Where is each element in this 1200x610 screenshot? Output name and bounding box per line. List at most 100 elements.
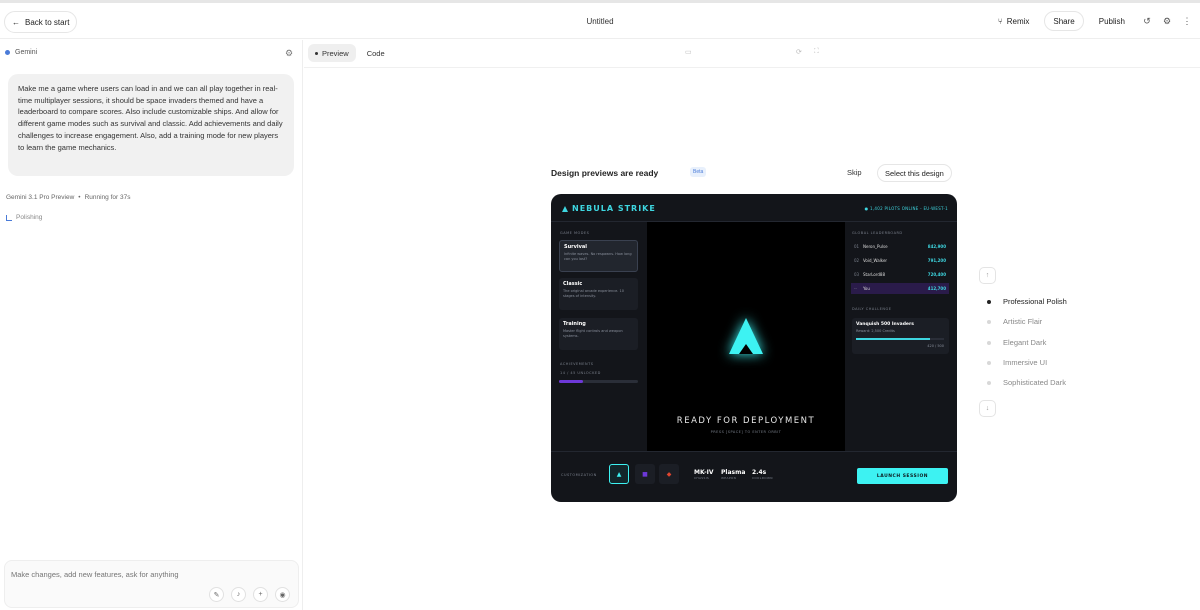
- status-separator: •: [78, 194, 81, 201]
- mode-title: Classic: [563, 281, 583, 287]
- spec-label: CHASSIS: [694, 476, 710, 480]
- style-professional-polish[interactable]: Professional Polish: [987, 297, 1067, 306]
- launch-session-button[interactable]: LAUNCH SESSION: [857, 468, 948, 484]
- remix-button[interactable]: ⑂ Remix: [988, 11, 1039, 31]
- share-button[interactable]: Share: [1044, 11, 1084, 31]
- leaderboard-row: 03 StarLord88 720,400: [851, 269, 949, 280]
- achievements-count: 14 / 45 UNLOCKED: [560, 371, 601, 375]
- leaderboard-row-you: -- You 412,700: [851, 283, 949, 294]
- achievements-progress: [559, 380, 638, 383]
- chevron-up-icon[interactable]: ↑: [979, 267, 996, 284]
- game-logo-text: NEBULA STRIKE: [572, 204, 656, 213]
- ship-option-diamond-icon[interactable]: ◆: [659, 464, 679, 484]
- player-score: 720,400: [927, 272, 946, 277]
- leaderboard-label: GLOBAL LEADERBOARD: [852, 231, 903, 235]
- gear-icon[interactable]: ⚙: [1160, 14, 1174, 28]
- publish-button[interactable]: Publish: [1089, 11, 1134, 31]
- remix-icon: ⑂: [997, 16, 1003, 26]
- player-name: You: [863, 286, 870, 291]
- game-canvas[interactable]: READY FOR DEPLOYMENT PRESS [SPACE] TO EN…: [647, 222, 845, 451]
- more-vertical-icon[interactable]: ⋮: [1180, 14, 1194, 28]
- mode-classic[interactable]: Classic The original arcade experience. …: [559, 278, 638, 310]
- running-time: Running for 37s: [84, 194, 131, 201]
- style-label: Artistic Flair: [1003, 317, 1043, 326]
- rank: 03: [854, 272, 860, 277]
- polishing-label: Polishing: [16, 214, 43, 221]
- mode-survival[interactable]: Survival Infinite waves. No respawns. Ho…: [559, 240, 638, 272]
- spec-cooldown: 2.4s COOLDOWN: [752, 469, 773, 480]
- mode-title: Survival: [564, 244, 587, 250]
- leaderboard-row: 02 Void_Walker 791,200: [851, 255, 949, 266]
- game-preview: NEBULA STRIKE ● 1,402 PILOTS ONLINE - EU…: [551, 194, 957, 502]
- spec-chassis: MK-IV CHASSIS: [694, 469, 713, 480]
- game-logo: NEBULA STRIKE: [562, 204, 656, 213]
- rank: 02: [854, 258, 860, 263]
- ready-message: READY FOR DEPLOYMENT: [676, 416, 816, 426]
- design-ready-bar: Design previews are ready Beta Skip Sele…: [551, 164, 957, 182]
- refresh-icon[interactable]: ⟳: [796, 48, 802, 56]
- spec-value: MK-IV: [694, 469, 714, 476]
- view-tools: ⟳ ⛶: [796, 48, 819, 56]
- daily-count: 420 / 500: [927, 344, 944, 348]
- add-icon[interactable]: +: [253, 587, 268, 602]
- press-hint: PRESS [SPACE] TO ENTER ORBIT: [710, 430, 782, 434]
- tab-preview[interactable]: Preview: [308, 44, 356, 62]
- history-icon[interactable]: ↺: [1140, 14, 1154, 28]
- game-modes-label: GAME MODES: [560, 231, 590, 235]
- style-label: Sophisticated Dark: [1003, 378, 1066, 387]
- spec-label: WEAPON: [721, 476, 737, 480]
- spec-label: COOLDOWN: [752, 476, 773, 480]
- user-prompt: Make me a game where users can load in a…: [8, 74, 294, 176]
- ship-logo-icon: [562, 205, 568, 212]
- ship-option-square-icon[interactable]: ■: [635, 464, 655, 484]
- model-row: Gemini: [5, 49, 37, 56]
- achievements-label: ACHIEVEMENTS: [560, 362, 594, 366]
- fullscreen-icon[interactable]: ⛶: [814, 48, 819, 56]
- skip-button[interactable]: Skip: [847, 168, 862, 177]
- progress-icon: [6, 214, 12, 221]
- rank: 01: [854, 244, 860, 249]
- leaderboard-row: 01 Neron_Pulse 842,900: [851, 241, 949, 252]
- ready-heading: Design previews are ready: [551, 168, 659, 178]
- chat-settings-icon[interactable]: ⚙: [285, 48, 293, 59]
- player-name: Neron_Pulse: [863, 244, 888, 249]
- style-artistic-flair[interactable]: Artistic Flair: [987, 317, 1042, 326]
- active-dot-icon: [315, 51, 318, 55]
- bullet-icon: [987, 299, 991, 304]
- remix-label: Remix: [1006, 16, 1030, 26]
- chat-panel: Gemini ⚙ Make me a game where users can …: [0, 40, 303, 610]
- bullet-icon: [987, 380, 991, 385]
- composer-input[interactable]: [11, 570, 291, 579]
- ship-option-arrow-icon[interactable]: ▲: [609, 464, 629, 484]
- run-status: Gemini 3.1 Pro Preview • Running for 37s: [6, 194, 130, 201]
- beta-badge: Beta: [690, 167, 707, 177]
- game-footer-divider: [551, 451, 957, 452]
- select-design-button[interactable]: Select this design: [877, 164, 952, 182]
- mode-training[interactable]: Training Master flight controls and weap…: [559, 318, 638, 350]
- microphone-icon[interactable]: ♪: [231, 587, 246, 602]
- bullet-icon: [987, 360, 991, 365]
- bullet-icon: [987, 340, 991, 345]
- daily-progress: [856, 338, 944, 340]
- magic-wand-icon[interactable]: ✎: [209, 587, 224, 602]
- model-name: Gemini 3.1 Pro Preview: [6, 194, 75, 201]
- style-label: Elegant Dark: [1003, 338, 1047, 347]
- view-tabs: Preview Code: [308, 44, 392, 62]
- tab-code[interactable]: Code: [360, 44, 392, 62]
- player-name: StarLord88: [863, 272, 886, 277]
- style-immersive-ui[interactable]: Immersive UI: [987, 358, 1047, 367]
- mode-title: Training: [563, 321, 586, 327]
- send-icon[interactable]: ◉: [275, 587, 290, 602]
- polishing-status: Polishing: [6, 214, 42, 221]
- device-icon[interactable]: ▭: [685, 48, 692, 56]
- style-sophisticated-dark[interactable]: Sophisticated Dark: [987, 378, 1066, 387]
- design-style-picker: ↑ Professional Polish Artistic Flair Ele…: [979, 267, 1067, 417]
- top-bar: ← Back to start Untitled ⑂ Remix Share P…: [0, 3, 1200, 39]
- style-elegant-dark[interactable]: Elegant Dark: [987, 338, 1046, 347]
- device-tools: ▭: [685, 48, 692, 56]
- daily-challenge-card[interactable]: Vanquish 500 Invaders Reward: 2,500 Cred…: [852, 318, 949, 354]
- spec-value: 2.4s: [752, 469, 767, 476]
- daily-desc: Reward: 2,500 Credits: [856, 329, 895, 333]
- top-actions: ⑂ Remix Share Publish ↺ ⚙ ⋮: [988, 11, 1194, 31]
- chevron-down-icon[interactable]: ↓: [979, 400, 996, 417]
